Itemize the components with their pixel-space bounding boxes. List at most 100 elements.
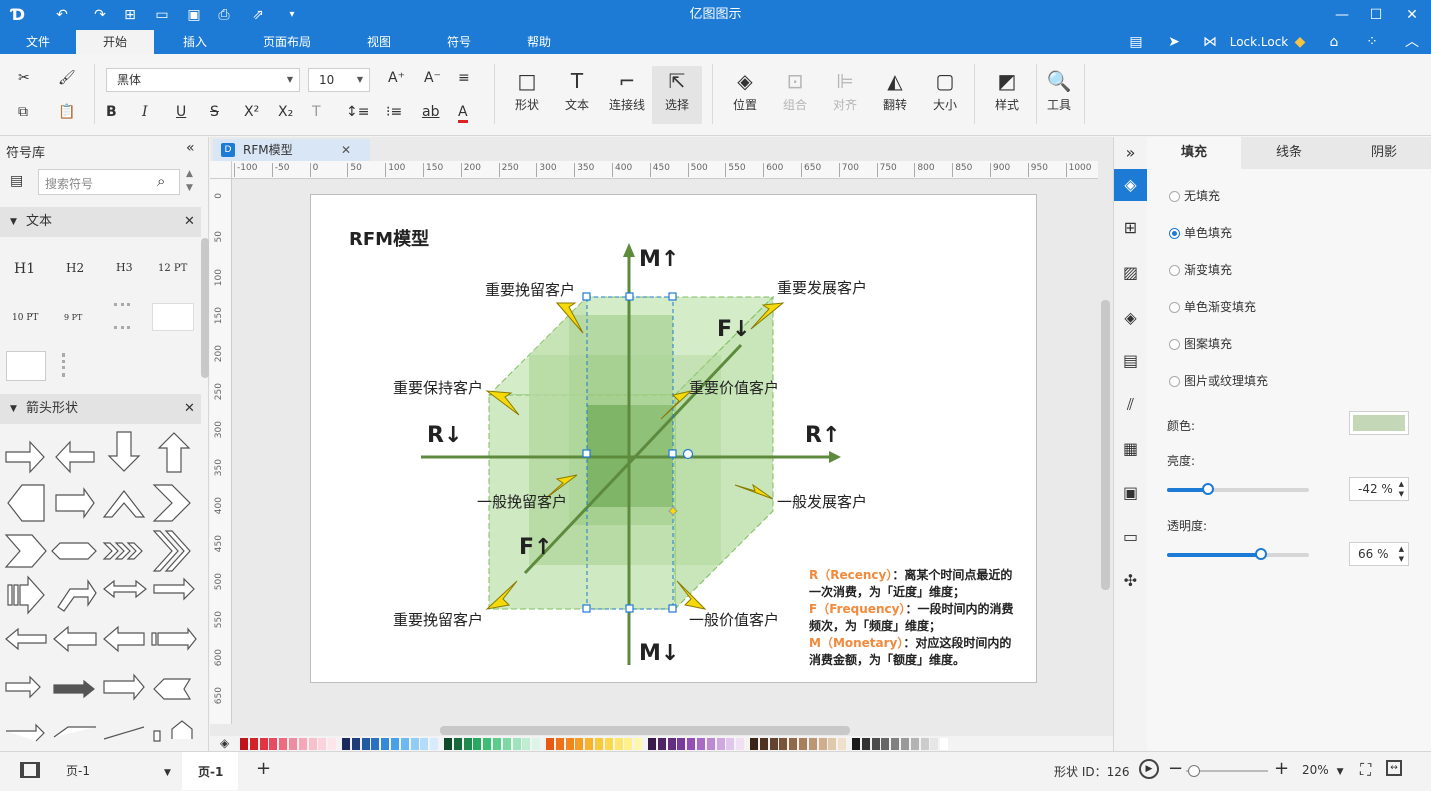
fit-width-icon[interactable]: ↔ [1386, 760, 1402, 776]
cut-icon[interactable]: ✂ [18, 70, 30, 86]
palette-swatch[interactable] [716, 738, 725, 750]
opacity-slider[interactable] [1167, 548, 1309, 560]
menu-view[interactable]: 视图 [340, 30, 418, 54]
segment-label-ml[interactable]: 重要保持客户 [393, 377, 483, 398]
text-h2[interactable]: H2 [66, 261, 84, 275]
palette-swatch[interactable] [585, 738, 594, 750]
segment-label-cl[interactable]: 一般挽留客户 [477, 491, 567, 512]
page-select[interactable]: 页-1 ▼ [66, 762, 171, 779]
palette-swatch[interactable] [575, 738, 584, 750]
palette-swatch[interactable] [706, 738, 715, 750]
tab-shadow[interactable]: 阴影 [1337, 137, 1431, 169]
collapse-ribbon-icon[interactable]: ︿ [1402, 32, 1422, 52]
connection-panel-icon[interactable]: ✣ [1114, 565, 1147, 597]
font-size-select[interactable]: 10 ▼ [308, 68, 370, 92]
close-section-icon[interactable]: ✕ [184, 394, 195, 424]
scroll-down-icon[interactable]: ▼ [186, 183, 193, 193]
palette-swatch[interactable] [502, 738, 511, 750]
minimize-icon[interactable]: — [1332, 5, 1352, 25]
palette-swatch[interactable] [269, 738, 278, 750]
subscript-icon[interactable]: X₂ [278, 104, 293, 120]
radio-icon[interactable] [1169, 302, 1180, 313]
palette-swatch[interactable] [595, 738, 603, 750]
zoom-in-icon[interactable]: + [1274, 758, 1289, 779]
zoom-knob[interactable] [1188, 765, 1200, 777]
fit-page-icon[interactable]: ⛶ [1360, 760, 1371, 780]
palette-swatch[interactable] [614, 738, 623, 750]
fill-bucket-icon[interactable]: ◈ [220, 736, 229, 750]
search-icon[interactable]: ⌕ [157, 172, 165, 190]
menu-symbol[interactable]: 符号 [420, 30, 498, 54]
menu-page-layout[interactable]: 页面布局 [246, 30, 328, 54]
palette-swatch[interactable] [240, 738, 248, 750]
radio-icon[interactable] [1169, 228, 1180, 239]
chart-panel-icon[interactable]: ⫽ [1114, 389, 1147, 421]
maximize-icon[interactable]: ☐ [1366, 5, 1386, 25]
increase-font-icon[interactable]: A⁺ [388, 70, 405, 86]
size-button[interactable]: ▢ 大小 [922, 68, 968, 113]
scroll-up-icon[interactable]: ▲ [186, 169, 193, 179]
text-direction-icon[interactable]: T [312, 104, 321, 120]
bold-icon[interactable]: B [106, 104, 117, 120]
palette-swatch[interactable] [444, 738, 452, 750]
page-tab[interactable]: 页-1 [182, 752, 238, 790]
library-menu-icon[interactable]: ▤ [10, 173, 23, 189]
stepper-arrows-icon[interactable]: ▲ ▼ [1399, 544, 1404, 564]
strikethrough-icon[interactable]: S [210, 104, 219, 120]
palette-swatch[interactable] [249, 738, 258, 750]
fill-option-2[interactable]: 渐变填充 [1169, 261, 1232, 278]
menu-home[interactable]: 开始 [76, 30, 154, 54]
brightness-input[interactable]: -42 % ▲ ▼ [1349, 477, 1409, 501]
palette-swatch[interactable] [555, 738, 564, 750]
page-panel-icon[interactable]: ▤ [1114, 345, 1147, 377]
radio-icon[interactable] [1169, 339, 1180, 350]
user-name[interactable]: Lock.Lock [1228, 30, 1290, 54]
palette-swatch[interactable] [726, 738, 735, 750]
palette-swatch[interactable] [769, 738, 778, 750]
palette-swatch[interactable] [634, 738, 643, 750]
segment-label-tl[interactable]: 重要挽留客户 [485, 279, 575, 300]
fill-panel-icon[interactable]: ◈ [1114, 169, 1147, 201]
text-9pt[interactable]: 9 PT [64, 313, 82, 322]
palette-swatch[interactable] [532, 738, 541, 750]
palette-swatch[interactable] [852, 738, 860, 750]
style-button[interactable]: ◩ 样式 [984, 68, 1030, 113]
paragraph-align-icon[interactable]: ≡ [458, 70, 470, 86]
palette-swatch[interactable] [940, 738, 949, 750]
fill-option-0[interactable]: 无填充 [1169, 187, 1220, 204]
image-panel-icon[interactable]: ▨ [1114, 257, 1147, 289]
close-icon[interactable]: ✕ [1402, 5, 1422, 25]
shape-button[interactable]: □ 形状 [504, 68, 550, 113]
palette-swatch[interactable] [512, 738, 521, 750]
palette-swatch[interactable] [298, 738, 307, 750]
palette-swatch[interactable] [624, 738, 633, 750]
zoom-out-icon[interactable]: − [1168, 758, 1183, 779]
radio-icon[interactable] [1169, 376, 1180, 387]
palette-swatch[interactable] [687, 738, 696, 750]
segment-label-br[interactable]: 一般价值客户 [689, 609, 779, 630]
slider-knob[interactable] [1202, 483, 1215, 495]
fill-option-5[interactable]: 图片或纹理填充 [1169, 372, 1268, 389]
superscript-icon[interactable]: X² [244, 104, 259, 120]
palette-swatch[interactable] [789, 738, 798, 750]
palette-swatch[interactable] [779, 738, 788, 750]
left-panel-scrollbar[interactable] [201, 238, 209, 378]
menu-file[interactable]: 文件 [0, 30, 76, 54]
text-h3[interactable]: H3 [116, 261, 133, 274]
palette-swatch[interactable] [361, 738, 370, 750]
apps-icon[interactable]: ⁘ [1362, 32, 1382, 52]
palette-swatch[interactable] [920, 738, 929, 750]
grid-panel-icon[interactable]: ⊞ [1114, 212, 1147, 244]
palette-swatch[interactable] [483, 738, 492, 750]
palette-swatch[interactable] [838, 738, 847, 750]
zoom-level[interactable]: 20% ▼ [1302, 763, 1344, 777]
palette-swatch[interactable] [861, 738, 870, 750]
palette-swatch[interactable] [565, 738, 574, 750]
position-button[interactable]: ◈ 位置 [722, 68, 768, 113]
segment-label-cr[interactable]: 一般发展客户 [777, 491, 867, 512]
select-button[interactable]: ⇱ 选择 [652, 66, 702, 124]
add-page-icon[interactable]: + [256, 758, 271, 779]
segment-label-mc[interactable]: 重要价值客户 [689, 377, 779, 398]
text-paragraph-shape[interactable] [6, 351, 46, 381]
palette-swatch[interactable] [648, 738, 656, 750]
